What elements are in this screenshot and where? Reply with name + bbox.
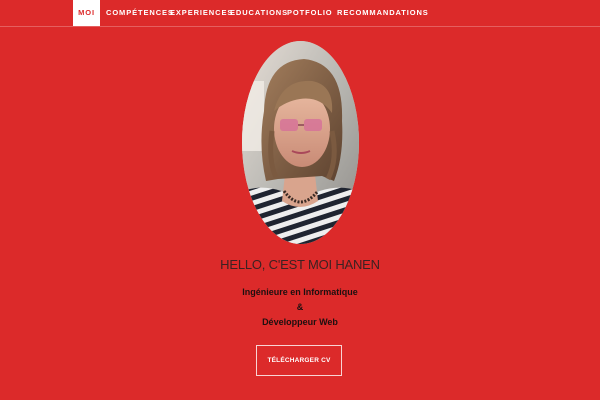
top-nav: MOI COMPÉTENCES EXPERIENCES EDUCATIONS P… bbox=[0, 0, 600, 27]
profile-photo bbox=[242, 41, 359, 244]
nav-item-moi[interactable]: MOI bbox=[73, 0, 100, 26]
page: MOI COMPÉTENCES EXPERIENCES EDUCATIONS P… bbox=[0, 0, 600, 400]
subtitle-ampersand: & bbox=[296, 302, 304, 312]
greeting-heading: HELLO, C'EST MOI HANEN bbox=[220, 257, 380, 272]
subtitle-line-1: Ingénieure en Informatique bbox=[242, 287, 358, 297]
nav-item-competences[interactable]: COMPÉTENCES bbox=[106, 0, 174, 26]
profile-photo-illustration bbox=[242, 41, 359, 244]
subtitle-line-2: Développeur Web bbox=[262, 317, 338, 327]
nav-item-educations[interactable]: EDUCATIONS bbox=[230, 0, 288, 26]
nav-item-experiences[interactable]: EXPERIENCES bbox=[170, 0, 233, 26]
nav-item-recommandations[interactable]: RECOMMANDATIONS bbox=[337, 0, 429, 26]
download-cv-button[interactable]: TÉLÉCHARGER CV bbox=[256, 345, 342, 376]
nav-item-portfolio[interactable]: POTFOLIO bbox=[287, 0, 333, 26]
